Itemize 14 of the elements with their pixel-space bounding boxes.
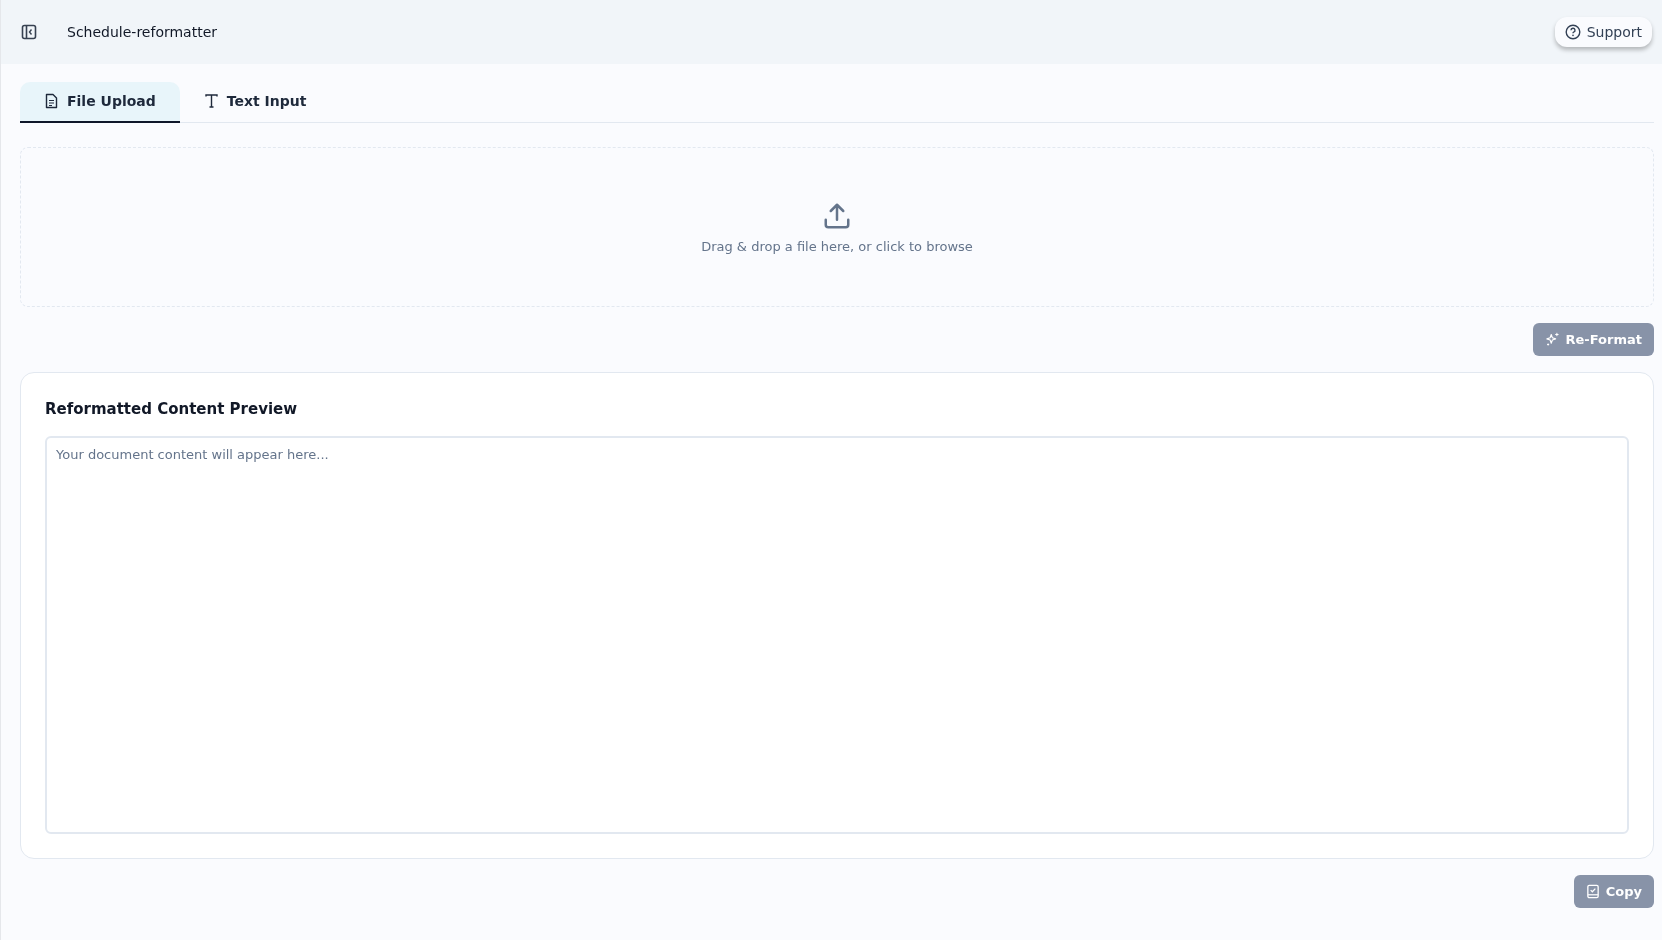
preview-textarea[interactable]: Your document content will appear here... xyxy=(45,436,1629,834)
dropzone-text: Drag & drop a file here, or click to browse xyxy=(701,238,973,254)
text-icon xyxy=(203,93,219,109)
support-button[interactable]: Support xyxy=(1554,17,1652,47)
preview-title: Reformatted Content Preview xyxy=(45,400,299,418)
tab[interactable]: Text Input xyxy=(179,82,331,123)
sparkle-icon xyxy=(1544,332,1560,347)
clipboard-check-icon xyxy=(1585,884,1600,899)
document-icon xyxy=(44,93,59,109)
tab[interactable]: File Upload xyxy=(20,82,180,123)
app-title: Schedule-reformatter xyxy=(67,24,217,40)
help-icon xyxy=(1564,24,1581,40)
sidebar-toggle-icon[interactable] xyxy=(21,24,37,40)
file-dropzone[interactable]: Drag & drop a file here, or click to browse xyxy=(20,147,1654,307)
